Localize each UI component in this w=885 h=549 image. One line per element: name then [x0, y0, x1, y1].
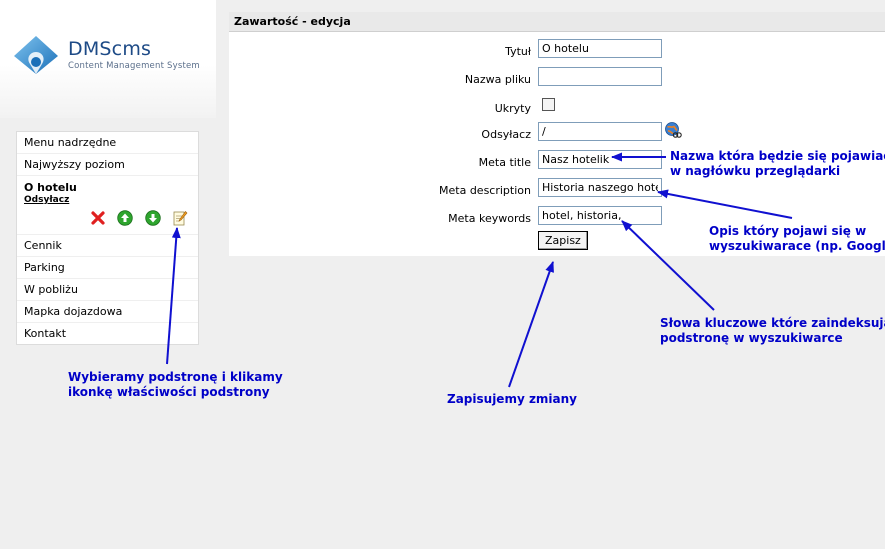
note-menu: Wybieramy podstronę i klikamy ikonkę wła…: [68, 370, 283, 400]
note-line: w nagłówku przeglądarki: [670, 164, 841, 178]
note-line: Nazwa która będzie się pojawiać: [670, 149, 885, 163]
arrow-menu-icon: [166, 227, 181, 365]
note-line: podstronę w wyszukiwarce: [660, 331, 843, 345]
note-save: Zapisujemy zmiany: [447, 392, 577, 407]
note-line: Zapisujemy zmiany: [447, 392, 578, 406]
note-line: Słowa kluczowe które zaindeksują: [660, 316, 885, 330]
note-line: wyszukiwarace (np. Google): [709, 239, 885, 253]
arrow-meta-keywords: [621, 220, 715, 311]
note-meta-title: Nazwa która będzie się pojawiać w nagłów…: [670, 149, 885, 179]
annotation-arrows: [166, 152, 793, 388]
note-line: ikonkę właściwości podstrony: [68, 385, 270, 399]
arrow-save: [508, 261, 554, 388]
note-line: Opis który pojawi się w: [709, 224, 867, 238]
note-meta-keywords: Słowa kluczowe które zaindeksują podstro…: [660, 316, 885, 346]
note-meta-description: Opis który pojawi się w wyszukiwarace (n…: [709, 224, 885, 254]
arrow-meta-description: [657, 189, 793, 219]
note-line: Wybieramy podstronę i klikamy: [68, 370, 283, 384]
